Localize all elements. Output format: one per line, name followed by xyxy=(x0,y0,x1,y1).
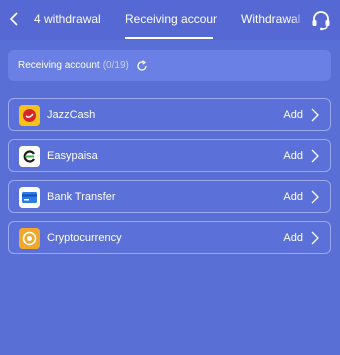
tab-receiving-account[interactable]: Receiving account xyxy=(125,12,217,26)
headset-support-icon[interactable] xyxy=(310,9,332,31)
add-button[interactable]: Add xyxy=(283,191,303,203)
method-row-easypaisa[interactable]: Easypaisa Add xyxy=(8,139,331,172)
tab-withdrawal[interactable]: 4 withdrawal xyxy=(34,12,114,26)
chevron-right-icon xyxy=(310,108,320,122)
bank-card-icon xyxy=(19,187,40,208)
crypto-coin-icon xyxy=(19,228,40,249)
method-name: Easypaisa xyxy=(47,150,98,162)
refresh-icon[interactable] xyxy=(136,59,148,72)
method-row-bank-transfer[interactable]: Bank Transfer Add xyxy=(8,180,331,213)
add-button[interactable]: Add xyxy=(283,109,303,121)
easypaisa-logo-icon xyxy=(19,146,40,167)
method-row-jazzcash[interactable]: JazzCash Add xyxy=(8,98,331,131)
method-name: Bank Transfer xyxy=(47,191,116,203)
top-navigation-bar: 4 withdrawal Receiving account Withdrawa… xyxy=(0,0,340,40)
receiving-account-label: Receiving account xyxy=(18,60,100,71)
receiving-account-count: (0/19) xyxy=(102,60,129,71)
add-button[interactable]: Add xyxy=(283,150,303,162)
active-tab-indicator xyxy=(125,37,213,39)
jazzcash-logo-icon xyxy=(19,105,40,126)
tab-fade xyxy=(292,8,306,32)
chevron-right-icon xyxy=(310,190,320,204)
method-row-cryptocurrency[interactable]: Cryptocurrency Add xyxy=(8,221,331,254)
payment-methods-panel: JazzCash Add Easypaisa Add Bank Transfer… xyxy=(0,90,340,355)
tab-strip: 4 withdrawal Receiving account Withdrawa… xyxy=(0,0,340,40)
chevron-right-icon xyxy=(310,231,320,245)
method-name: JazzCash xyxy=(47,109,96,121)
chevron-right-icon xyxy=(310,149,320,163)
method-name: Cryptocurrency xyxy=(47,232,122,244)
add-button[interactable]: Add xyxy=(283,232,303,244)
receiving-account-summary: Receiving account (0/19) xyxy=(8,50,331,81)
